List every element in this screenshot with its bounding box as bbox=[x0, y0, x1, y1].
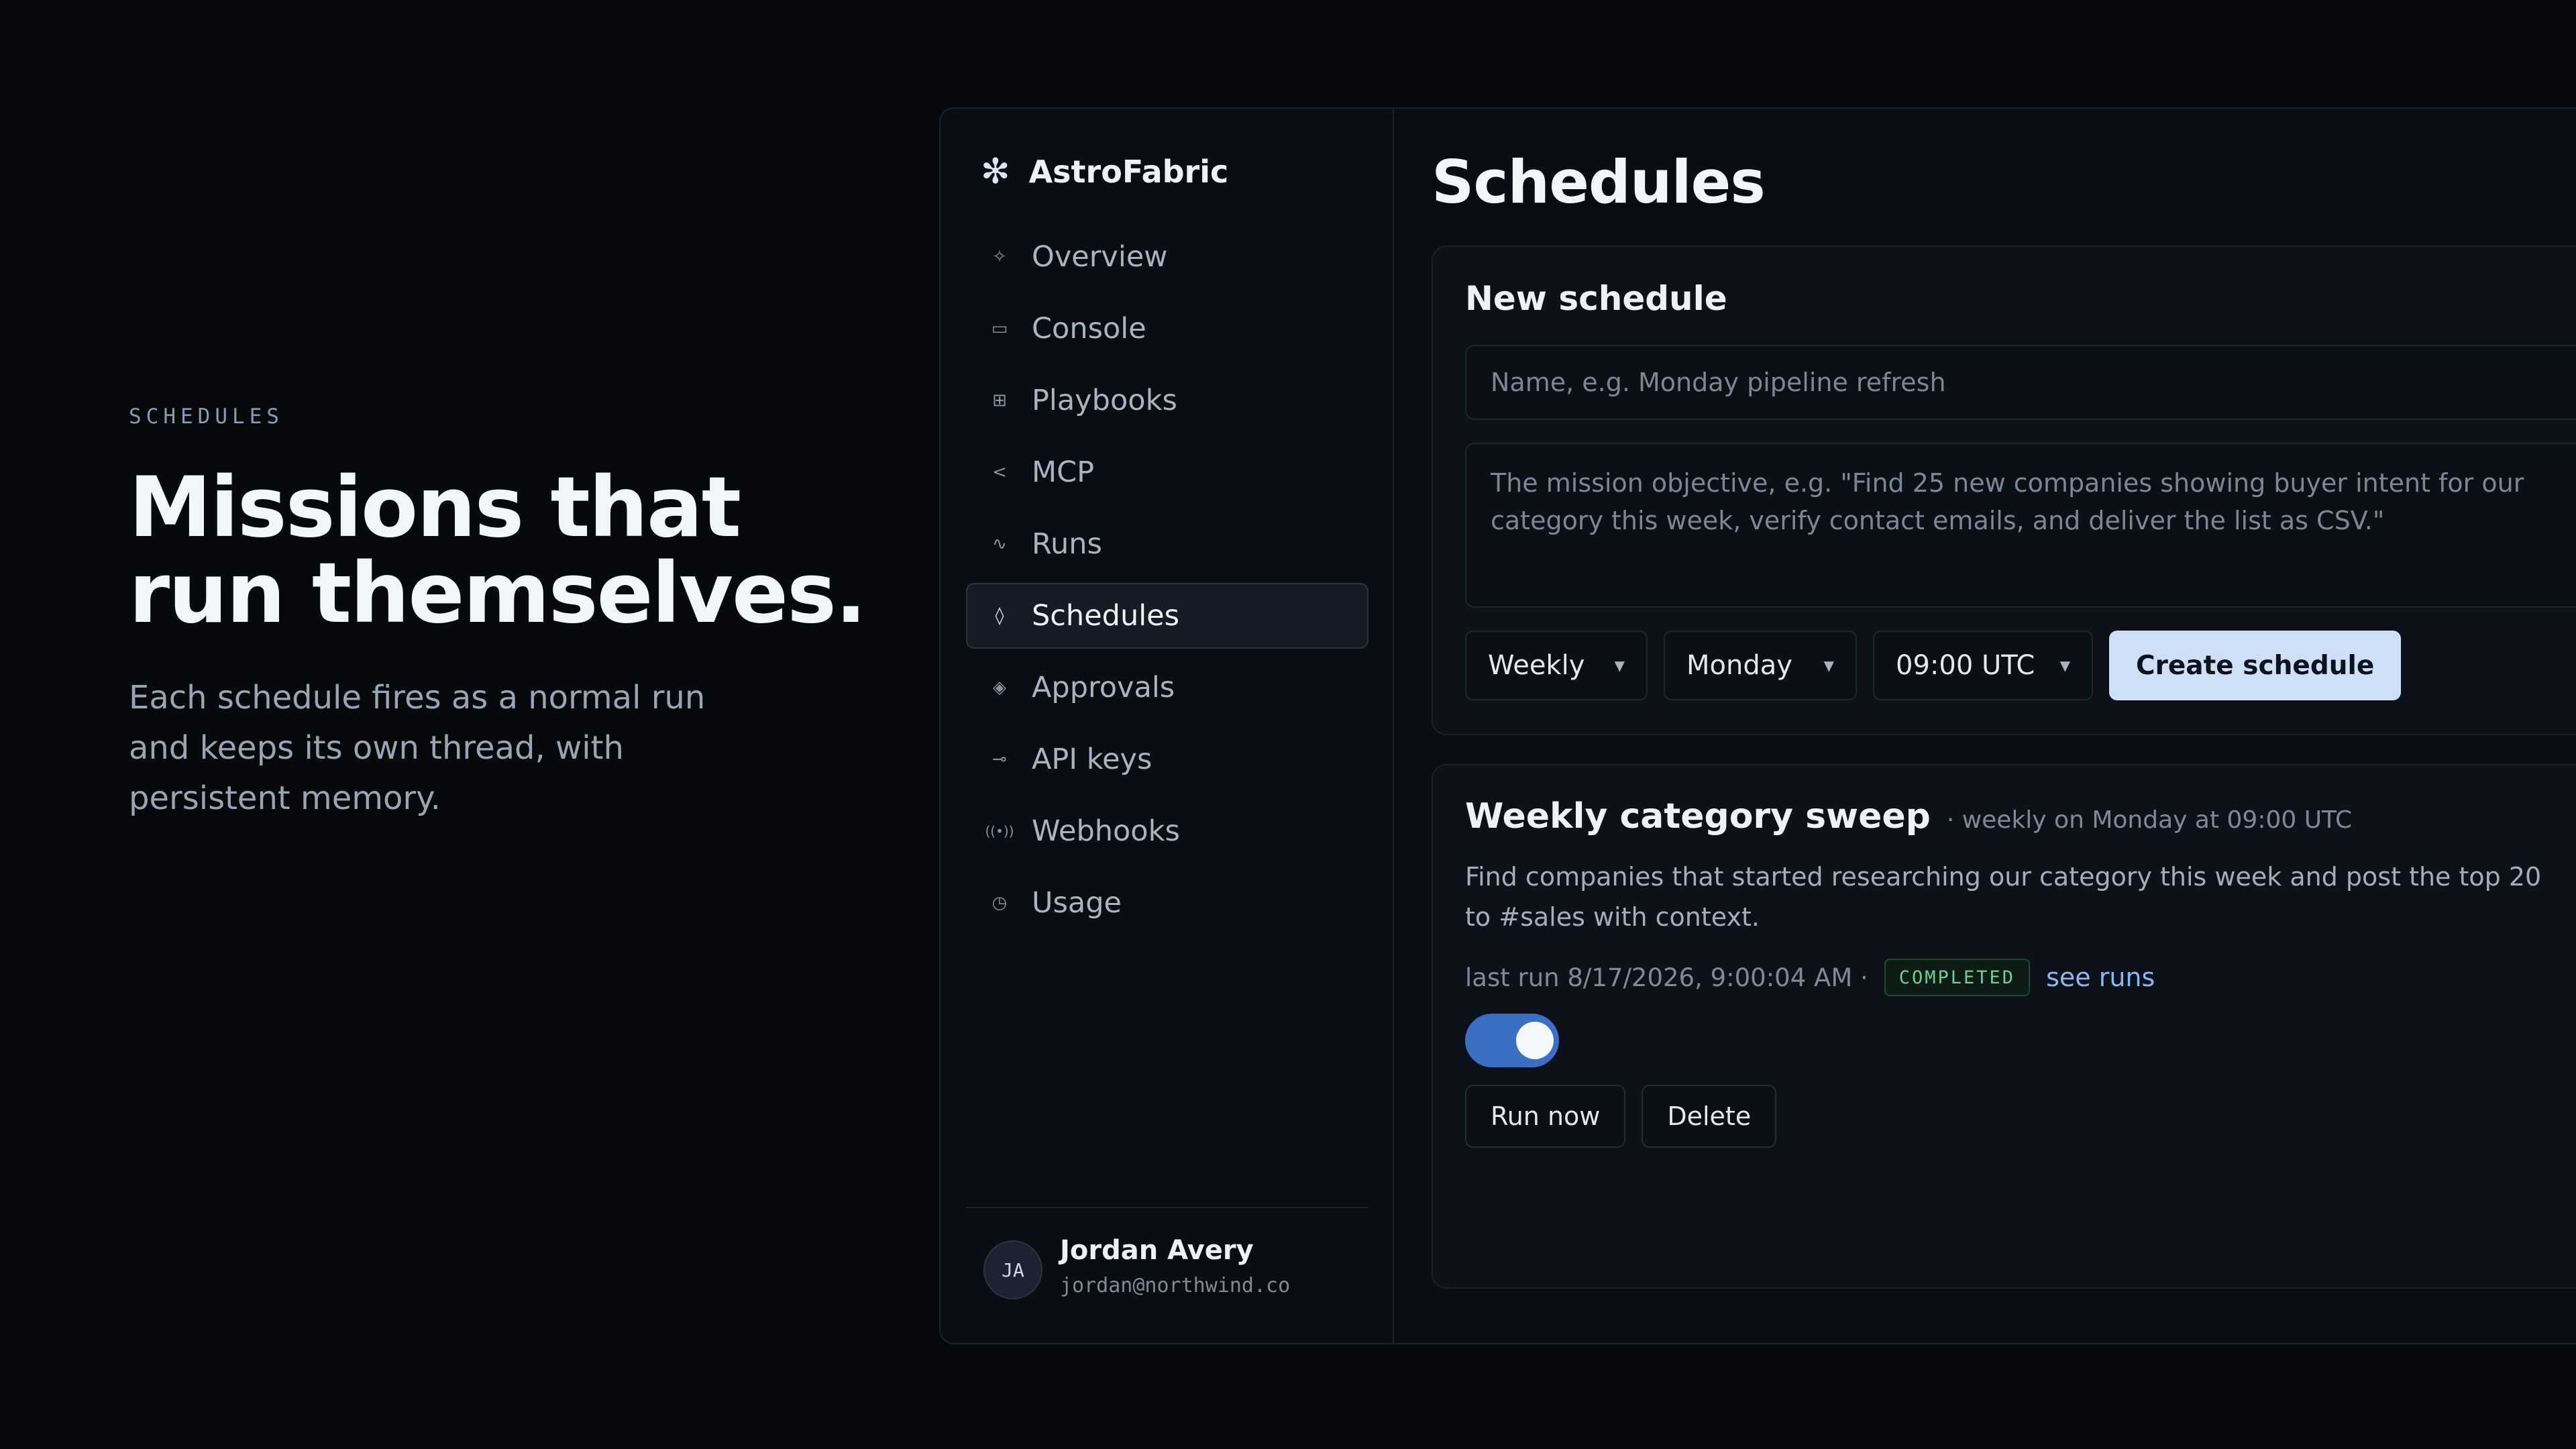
sidebar-item-label: Overview bbox=[1032, 240, 1168, 274]
grid-icon: ⊞ bbox=[992, 390, 1007, 411]
sidebar-item-overview[interactable]: ✧ Overview bbox=[966, 224, 1368, 290]
sidebar-item-label: Schedules bbox=[1032, 599, 1179, 633]
schedule-header: Weekly category sweep · weekly on Monday… bbox=[1465, 796, 2352, 837]
sidebar-item-usage[interactable]: ◷ Usage bbox=[966, 870, 1368, 936]
brand[interactable]: ✻ AstroFabric bbox=[981, 152, 1228, 192]
sidebar-item-label: Runs bbox=[1032, 527, 1102, 561]
caret-down-icon: ▼ bbox=[2059, 657, 2070, 674]
sidebar-item-webhooks[interactable]: ((•)) Webhooks bbox=[966, 798, 1368, 864]
activity-icon: ∿ bbox=[992, 534, 1007, 554]
sidebar-item-label: Webhooks bbox=[1032, 814, 1180, 848]
schedule-enabled-toggle[interactable] bbox=[1465, 1014, 1559, 1067]
schedule-name-input[interactable] bbox=[1465, 345, 2576, 420]
page-title: Schedules bbox=[1432, 148, 1766, 217]
sidebar-item-schedules[interactable]: ◊ Schedules bbox=[966, 583, 1368, 649]
avatar: JA bbox=[983, 1240, 1042, 1299]
last-run-text: last run 8/17/2026, 9:00:04 AM · bbox=[1465, 963, 1868, 992]
run-now-button[interactable]: Run now bbox=[1465, 1085, 1626, 1148]
sidebar-item-label: Approvals bbox=[1032, 671, 1175, 704]
broadcast-icon: ((•)) bbox=[985, 823, 1014, 839]
mission-objective-input[interactable] bbox=[1465, 443, 2576, 608]
user-email: jordan@northwind.co bbox=[1060, 1274, 1291, 1297]
sidebar: ✻ AstroFabric ✧ Overview ▭ Console ⊞ Pla… bbox=[941, 109, 1394, 1343]
day-value: Monday bbox=[1686, 650, 1792, 681]
sidebar-item-label: Usage bbox=[1032, 886, 1122, 920]
brand-name: AstroFabric bbox=[1028, 154, 1229, 190]
sidebar-item-label: MCP bbox=[1032, 455, 1095, 489]
schedule-name: Weekly category sweep bbox=[1465, 796, 1931, 837]
new-schedule-card: New schedule Weekly ▼ Monday ▼ 09:00 UTC… bbox=[1432, 246, 2576, 735]
clock-icon: ◷ bbox=[991, 893, 1008, 913]
time-select[interactable]: 09:00 UTC ▼ bbox=[1873, 631, 2093, 700]
sidebar-item-approvals[interactable]: ◈ Approvals bbox=[966, 655, 1368, 720]
shield-icon: ◈ bbox=[993, 678, 1006, 698]
hero-title: Missions that run themselves. bbox=[129, 460, 867, 642]
time-value: 09:00 UTC bbox=[1896, 650, 2035, 681]
sidebar-item-runs[interactable]: ∿ Runs bbox=[966, 511, 1368, 577]
sidebar-item-label: API keys bbox=[1032, 743, 1152, 776]
delete-button[interactable]: Delete bbox=[1642, 1085, 1777, 1148]
asterisk-icon: ✻ bbox=[981, 152, 1010, 192]
sidebar-nav: ✧ Overview ▭ Console ⊞ Playbooks < MCP ∿… bbox=[966, 224, 1368, 942]
app-window: ✻ AstroFabric ✧ Overview ▭ Console ⊞ Pla… bbox=[939, 107, 2576, 1344]
last-run-row: last run 8/17/2026, 9:00:04 AM · COMPLET… bbox=[1465, 957, 2155, 998]
sidebar-item-label: Playbooks bbox=[1032, 384, 1177, 417]
sparkle-icon: ✧ bbox=[992, 247, 1007, 267]
new-schedule-title: New schedule bbox=[1465, 279, 1727, 318]
schedule-cadence: · weekly on Monday at 09:00 UTC bbox=[1946, 806, 2353, 834]
user-profile[interactable]: JA Jordan Avery jordan@northwind.co bbox=[966, 1207, 1368, 1309]
caret-down-icon: ▼ bbox=[1614, 657, 1625, 674]
status-badge: COMPLETED bbox=[1884, 959, 2031, 996]
schedule-description: Find companies that started researching … bbox=[1465, 862, 2542, 932]
see-runs-link[interactable]: see runs bbox=[2046, 963, 2155, 992]
hero-eyebrow: SCHEDULES bbox=[129, 405, 284, 429]
share-icon: < bbox=[992, 462, 1007, 482]
sidebar-item-label: Console bbox=[1032, 312, 1146, 345]
main-content: Schedules New schedule Weekly ▼ Monday ▼… bbox=[1394, 109, 2576, 1343]
schedule-card: Weekly category sweep · weekly on Monday… bbox=[1432, 764, 2576, 1289]
schedule-actions: Run now Delete bbox=[1465, 1085, 1777, 1148]
frequency-value: Weekly bbox=[1488, 650, 1585, 681]
schedule-controls: Weekly ▼ Monday ▼ 09:00 UTC ▼ Create sch… bbox=[1465, 631, 2402, 700]
day-select[interactable]: Monday ▼ bbox=[1664, 631, 1857, 700]
sidebar-item-api-keys[interactable]: ⊸ API keys bbox=[966, 727, 1368, 792]
sidebar-item-mcp[interactable]: < MCP bbox=[966, 439, 1368, 505]
chat-icon: ▭ bbox=[991, 319, 1008, 339]
leaf-icon: ◊ bbox=[995, 606, 1004, 626]
sidebar-item-console[interactable]: ▭ Console bbox=[966, 296, 1368, 362]
sidebar-item-playbooks[interactable]: ⊞ Playbooks bbox=[966, 368, 1368, 433]
caret-down-icon: ▼ bbox=[1823, 657, 1834, 674]
user-name: Jordan Avery bbox=[1060, 1235, 1254, 1266]
hero-subtitle: Each schedule fires as a normal run and … bbox=[129, 679, 706, 817]
toggle-knob bbox=[1516, 1022, 1554, 1059]
create-schedule-button[interactable]: Create schedule bbox=[2109, 631, 2402, 700]
frequency-select[interactable]: Weekly ▼ bbox=[1465, 631, 1648, 700]
key-icon: ⊸ bbox=[992, 749, 1007, 769]
